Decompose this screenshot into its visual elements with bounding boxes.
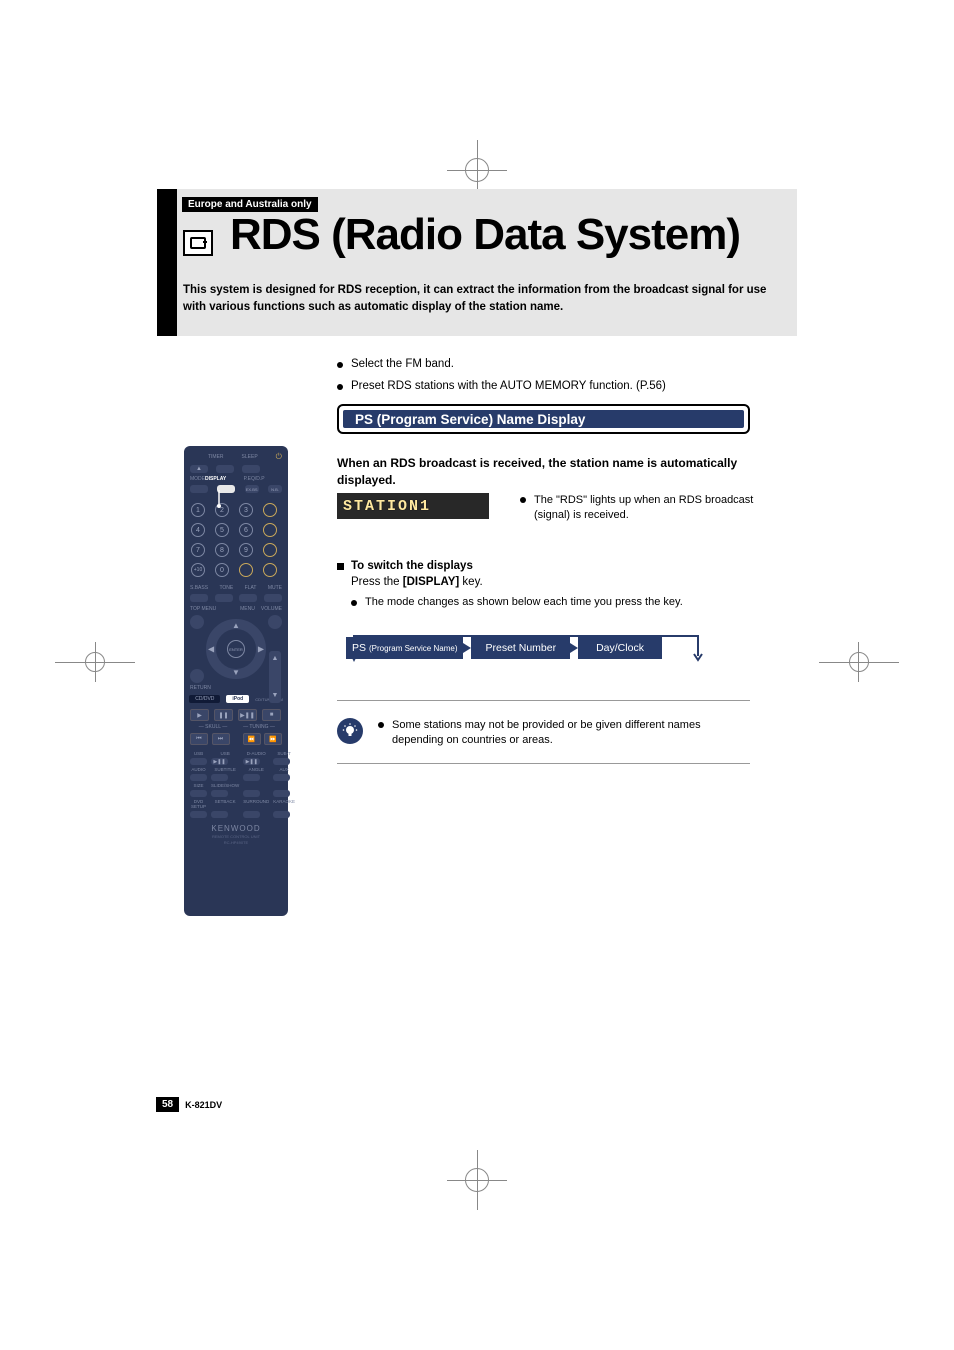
random-button xyxy=(263,563,277,577)
nb-button: N.B. xyxy=(268,485,282,493)
num-0-button: 0 xyxy=(215,563,229,577)
switch-heading: To switch the displays xyxy=(351,560,473,572)
timer-button xyxy=(216,465,234,473)
flow-preset-box: Preset Number xyxy=(471,637,570,659)
intro-text: This system is designed for RDS receptio… xyxy=(183,282,779,315)
section-intro: When an RDS broadcast is received, the s… xyxy=(337,455,754,489)
mode-button xyxy=(190,485,208,493)
mute-button xyxy=(264,594,282,602)
num-3-button: 3 xyxy=(239,503,253,517)
menu-button xyxy=(268,615,282,629)
flow-arrow-icon xyxy=(463,637,471,659)
stop-button: ■ xyxy=(262,709,281,721)
fwd-button: ⏩ xyxy=(264,733,282,745)
tone-button xyxy=(215,594,233,602)
sbass-button xyxy=(190,594,208,602)
num-5-button: 5 xyxy=(215,523,229,537)
switch-displays-block: To switch the displays Press the [DISPLA… xyxy=(337,560,754,608)
playpause-button: ▶❚❚ xyxy=(238,709,257,721)
num-1-button: 1 xyxy=(191,503,205,517)
blank-button xyxy=(263,543,277,557)
num-6-button: 6 xyxy=(239,523,253,537)
flow-arrow-icon xyxy=(570,637,578,659)
rds-note: The "RDS" lights up when an RDS broadcas… xyxy=(520,493,754,524)
tip-text: Some stations may not be provided or be … xyxy=(378,718,754,749)
remote-brand: KENWOOD xyxy=(190,824,282,833)
pause-button: ❚❚ xyxy=(214,709,233,721)
registration-mark-bottom xyxy=(447,1150,507,1210)
page-number: 58 xyxy=(156,1097,179,1112)
rew-button: ⏪ xyxy=(243,733,261,745)
bullet-text: Select the FM band. xyxy=(351,358,454,370)
prev-button: ⏮ xyxy=(190,733,208,745)
bullet-text: Preset RDS stations with the AUTO MEMORY… xyxy=(351,380,666,392)
divider xyxy=(337,700,750,701)
num-4-button: 4 xyxy=(191,523,205,537)
page-footer: 58 K-821DV xyxy=(156,1097,222,1112)
display-mode-flow: PS (Program Service Name) Preset Number … xyxy=(346,637,662,659)
lcd-display: STATION1 xyxy=(337,493,489,519)
shuffle-button xyxy=(263,503,277,517)
tip-lightbulb-icon xyxy=(337,718,363,744)
sleep-button xyxy=(242,465,260,473)
divider xyxy=(337,763,750,764)
play-button: ▶ xyxy=(190,709,209,721)
page-title: RDS (Radio Data System) xyxy=(230,210,740,260)
radio-icon xyxy=(183,230,213,256)
volume-rocker: ▲▼ xyxy=(269,651,281,703)
repeat-button xyxy=(263,523,277,537)
next-button: ⏭ xyxy=(212,733,230,745)
plus10-button: +10 xyxy=(191,563,205,577)
section-heading-bar: PS (Program Service) Name Display xyxy=(337,404,750,434)
model-number: K-821DV xyxy=(185,1100,222,1110)
flow-day-box: Day/Clock xyxy=(578,637,662,659)
callout-line xyxy=(214,490,224,508)
eject-button: ▲ xyxy=(190,465,208,473)
return-button xyxy=(190,669,204,683)
section-heading: PS (Program Service) Name Display xyxy=(343,410,744,428)
topmenu-button xyxy=(190,615,204,629)
flat-button xyxy=(239,594,257,602)
clear-button xyxy=(239,563,253,577)
header-tab xyxy=(157,189,177,336)
prerequisite-bullets: Select the FM band. Preset RDS stations … xyxy=(337,358,666,402)
mode-note: The mode changes as shown below each tim… xyxy=(365,596,683,608)
exbass-button: EX.BS xyxy=(245,485,259,493)
num-8-button: 8 xyxy=(215,543,229,557)
dpad: ENTER ▲ ▼ ◀ ▶ xyxy=(206,619,266,679)
num-9-button: 9 xyxy=(239,543,253,557)
remote-control-illustration: TIMER SLEEP ⏻ ▲ MODE DISPLAY P.EQ/D.P EX… xyxy=(184,446,288,916)
power-icon: ⏻ xyxy=(276,452,282,462)
flow-ps-box: PS (Program Service Name) xyxy=(346,637,463,659)
num-7-button: 7 xyxy=(191,543,205,557)
